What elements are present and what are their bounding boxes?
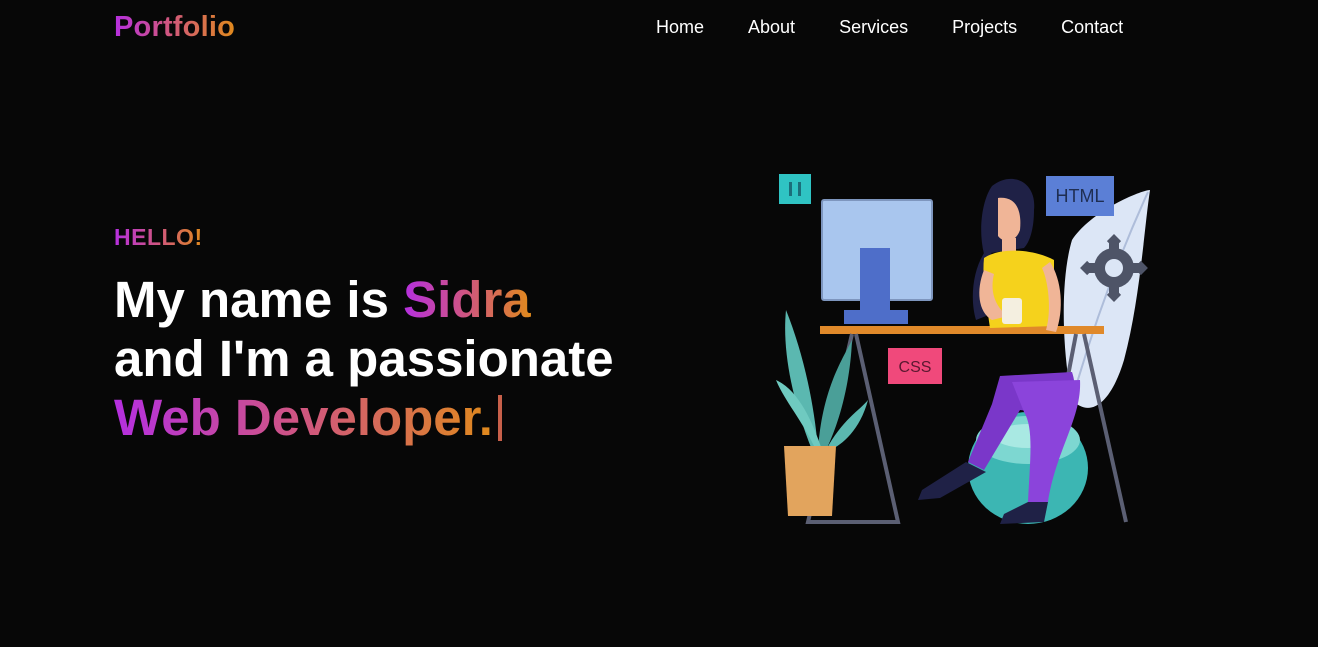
code-icon <box>779 174 811 204</box>
html-tag-label: HTML <box>1056 186 1105 206</box>
nav-links: Home About Services Projects Contact <box>656 17 1123 38</box>
leaf-decoration <box>1063 190 1150 408</box>
css-tag: CSS <box>888 348 942 384</box>
headline-line-1: My name is Sidra <box>114 270 674 329</box>
headline-line-2: and I'm a passionate <box>114 330 614 387</box>
hero-illustration: HTML CSS <box>772 150 1162 530</box>
nav-item-contact: Contact <box>1061 17 1123 38</box>
html-tag: HTML <box>1046 176 1114 216</box>
hero-name: Sidra <box>403 271 531 328</box>
typing-cursor <box>497 394 502 441</box>
nav-link-projects[interactable]: Projects <box>952 17 1017 37</box>
page: Portfolio Home About Services Projects C… <box>0 0 1318 647</box>
hero-greeting: HELLO! <box>114 224 203 250</box>
nav-link-contact[interactable]: Contact <box>1061 17 1123 37</box>
css-tag-label: CSS <box>899 359 932 376</box>
nav-link-services[interactable]: Services <box>839 17 908 37</box>
nav-item-projects: Projects <box>952 17 1017 38</box>
hero-headline: My name is Sidra and I'm a passionate We… <box>114 270 674 447</box>
nav-link-about[interactable]: About <box>748 17 795 37</box>
nav-item-home: Home <box>656 17 704 38</box>
headline-line-3: Web Developer. <box>114 388 674 447</box>
navbar: Portfolio Home About Services Projects C… <box>0 0 1318 56</box>
headline-prefix: My name is <box>114 271 404 328</box>
nav-item-services: Services <box>839 17 908 38</box>
developer-illustration: HTML CSS <box>776 174 1150 524</box>
monitor <box>821 199 933 324</box>
plant <box>776 310 868 516</box>
logo[interactable]: Portfolio <box>114 11 235 44</box>
hero-role: Web Developer. <box>114 389 493 446</box>
nav-item-about: About <box>748 17 795 38</box>
nav-link-home[interactable]: Home <box>656 17 704 37</box>
hero-section: HELLO! My name is Sidra and I'm a passio… <box>114 224 674 447</box>
